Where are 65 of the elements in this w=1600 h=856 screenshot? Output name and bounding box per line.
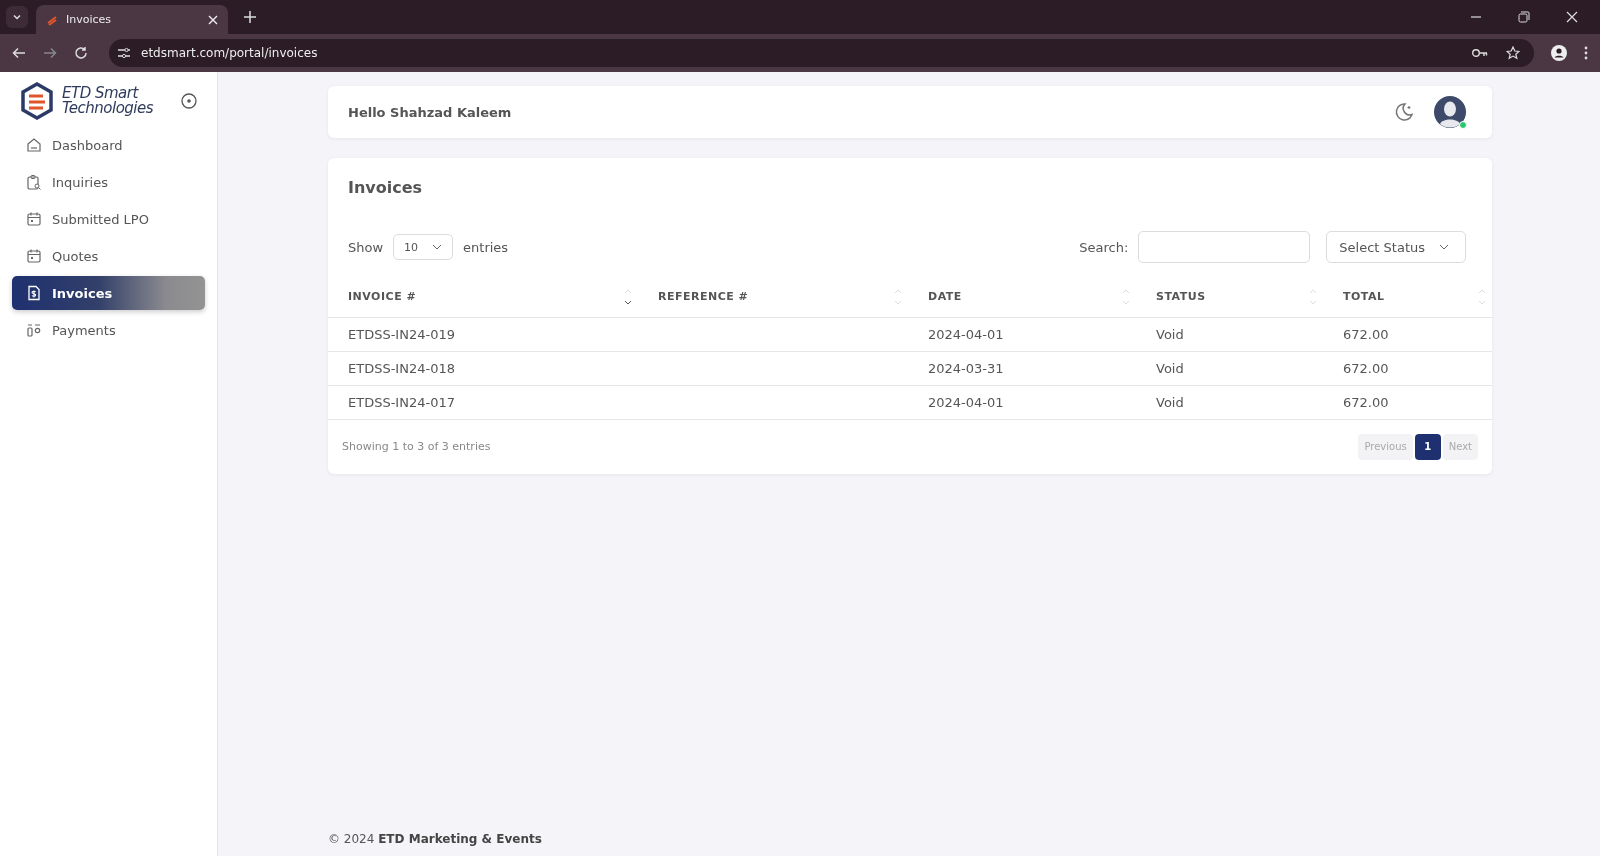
table-cell: Void [1156, 360, 1184, 376]
page-button[interactable]: 1 [1414, 433, 1441, 460]
favicon-icon [46, 13, 58, 26]
sidebar-item[interactable]: Payments [12, 313, 205, 347]
url-text: etdsmart.com/portal/invoices [141, 46, 318, 60]
table-cell: 2024-03-31 [928, 360, 1004, 376]
restore-icon[interactable] [1518, 11, 1530, 23]
tab-search-button[interactable] [6, 6, 28, 28]
calendar-icon [26, 211, 42, 227]
payments-icon [26, 322, 42, 338]
status-select[interactable]: Select Status [1326, 231, 1466, 263]
reload-icon[interactable] [74, 46, 88, 60]
show-label: Show [348, 239, 384, 255]
menu-icon[interactable] [1584, 46, 1588, 60]
calendar-icon [26, 248, 42, 264]
table-cell: ETDSS-IN24-017 [348, 394, 455, 410]
key-icon[interactable] [1472, 48, 1488, 58]
tab-title: Invoices [66, 13, 113, 26]
column-header[interactable]: REFERENCE # [638, 277, 908, 317]
sidebar-item[interactable]: Invoices [12, 276, 205, 310]
table-cell: 672.00 [1343, 394, 1389, 410]
forward-arrow-icon[interactable] [43, 46, 57, 60]
close-icon[interactable] [208, 14, 218, 25]
browser-tab[interactable]: Invoices [36, 5, 228, 34]
sidebar-item[interactable]: Dashboard [12, 128, 205, 162]
home-icon [26, 137, 42, 153]
sidebar-item[interactable]: Submitted LPO [12, 202, 205, 236]
table-cell: Void [1156, 394, 1184, 410]
brand-name: ETD Smart Technologies [62, 86, 154, 116]
document-dollar-icon [26, 285, 42, 301]
column-header[interactable]: DATE [908, 277, 1136, 317]
card-title: Invoices [347, 178, 424, 197]
column-header[interactable]: TOTAL [1323, 277, 1492, 317]
caret-icon [1439, 244, 1449, 250]
moon-icon[interactable] [1394, 102, 1414, 122]
table-cell: ETDSS-IN24-019 [348, 326, 455, 342]
plus-icon[interactable] [244, 11, 256, 23]
table-cell: 672.00 [1343, 360, 1389, 376]
table-cell: ETDSS-IN24-018 [348, 360, 455, 376]
column-header[interactable]: STATUS [1136, 277, 1323, 317]
site-settings-icon[interactable] [117, 47, 131, 59]
logo-icon [20, 82, 54, 120]
search-label: Search: [1079, 239, 1129, 255]
page-size-select[interactable]: 10 [393, 234, 454, 260]
sidebar-item[interactable]: Quotes [12, 239, 205, 273]
close-icon[interactable] [1566, 11, 1578, 23]
table-cell: 2024-04-01 [928, 394, 1004, 410]
star-icon[interactable] [1506, 46, 1520, 60]
greeting: Hello Shahzad Kaleem [348, 104, 512, 120]
profile-icon[interactable] [1551, 45, 1567, 61]
column-header[interactable]: INVOICE # [328, 277, 638, 317]
circle-dot-icon[interactable] [181, 93, 197, 109]
entries-info: Showing 1 to 3 of 3 entries [342, 440, 491, 453]
copyright-text: © 2024 ETD Marketing & Events [328, 832, 543, 848]
table-cell: 672.00 [1343, 326, 1389, 342]
table-cell: 2024-04-01 [928, 326, 1004, 342]
entries-label: entries [463, 239, 509, 255]
search-field[interactable] [1138, 231, 1311, 263]
clipboard-icon [26, 174, 42, 190]
caret-icon [432, 244, 443, 250]
address-bar[interactable]: etdsmart.com/portal/invoices [109, 39, 1534, 67]
avatar-icon[interactable] [1434, 96, 1466, 128]
back-arrow-icon[interactable] [12, 46, 26, 60]
table-cell: Void [1156, 326, 1184, 342]
sidebar-item[interactable]: Inquiries [12, 165, 205, 199]
